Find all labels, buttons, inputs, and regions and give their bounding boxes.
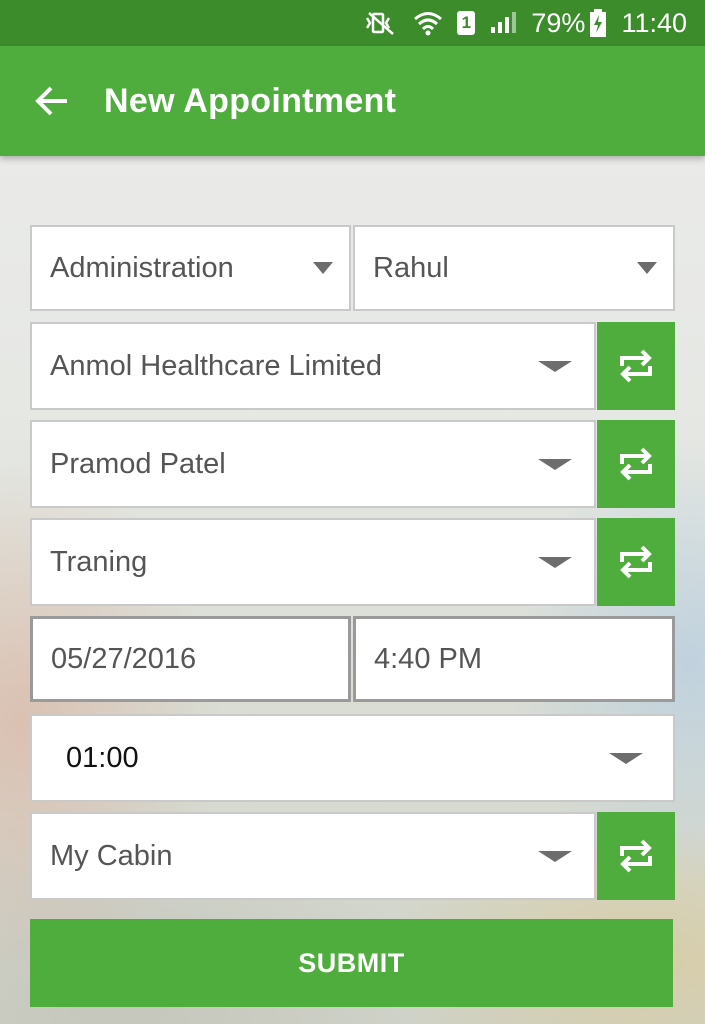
sim-slot-icon: 1 bbox=[457, 11, 476, 35]
duration-dropdown[interactable]: 01:00 bbox=[30, 714, 675, 802]
contact-dropdown[interactable]: Pramod Patel bbox=[30, 420, 596, 508]
signal-icon bbox=[489, 11, 517, 35]
time-field[interactable]: 4:40 PM bbox=[353, 616, 675, 702]
purpose-value: Traning bbox=[50, 545, 148, 578]
caret-down-icon bbox=[538, 850, 572, 862]
clock: 11:40 bbox=[621, 7, 687, 38]
arrow-left-icon bbox=[35, 86, 67, 116]
battery-charging-icon bbox=[589, 9, 607, 37]
vibrate-mute-icon bbox=[363, 10, 399, 36]
swap-arrows-icon bbox=[620, 545, 652, 579]
caret-down-icon bbox=[637, 262, 657, 274]
location-dropdown[interactable]: My Cabin bbox=[30, 812, 596, 900]
swap-arrows-icon bbox=[620, 839, 652, 873]
date-field[interactable]: 05/27/2016 bbox=[30, 616, 351, 702]
swap-arrows-icon bbox=[620, 447, 652, 481]
company-switch-button[interactable] bbox=[597, 322, 675, 410]
wifi-icon bbox=[413, 10, 443, 36]
time-value: 4:40 PM bbox=[374, 642, 482, 675]
page-title: New Appointment bbox=[104, 81, 397, 120]
purpose-switch-button[interactable] bbox=[597, 518, 675, 606]
battery-percent: 79% bbox=[531, 7, 586, 38]
location-value: My Cabin bbox=[50, 839, 173, 872]
company-value: Anmol Healthcare Limited bbox=[50, 349, 383, 382]
employee-dropdown[interactable]: Rahul bbox=[353, 225, 675, 311]
employee-value: Rahul bbox=[373, 251, 449, 284]
caret-down-icon bbox=[538, 360, 572, 372]
app-bar: New Appointment bbox=[0, 46, 705, 156]
swap-arrows-icon bbox=[620, 349, 652, 383]
date-value: 05/27/2016 bbox=[51, 642, 197, 675]
caret-down-icon bbox=[609, 752, 643, 764]
caret-down-icon bbox=[313, 262, 333, 274]
caret-down-icon bbox=[538, 458, 572, 470]
back-button[interactable] bbox=[22, 71, 82, 131]
department-dropdown[interactable]: Administration bbox=[30, 225, 351, 311]
contact-switch-button[interactable] bbox=[597, 420, 675, 508]
department-value: Administration bbox=[50, 251, 234, 284]
submit-button[interactable]: SUBMIT bbox=[30, 919, 673, 1007]
location-switch-button[interactable] bbox=[597, 812, 675, 900]
purpose-dropdown[interactable]: Traning bbox=[30, 518, 596, 606]
duration-value: 01:00 bbox=[66, 741, 139, 774]
company-dropdown[interactable]: Anmol Healthcare Limited bbox=[30, 322, 596, 410]
contact-value: Pramod Patel bbox=[50, 447, 226, 480]
caret-down-icon bbox=[538, 556, 572, 568]
status-bar: 1 79% 11:40 bbox=[0, 0, 705, 46]
